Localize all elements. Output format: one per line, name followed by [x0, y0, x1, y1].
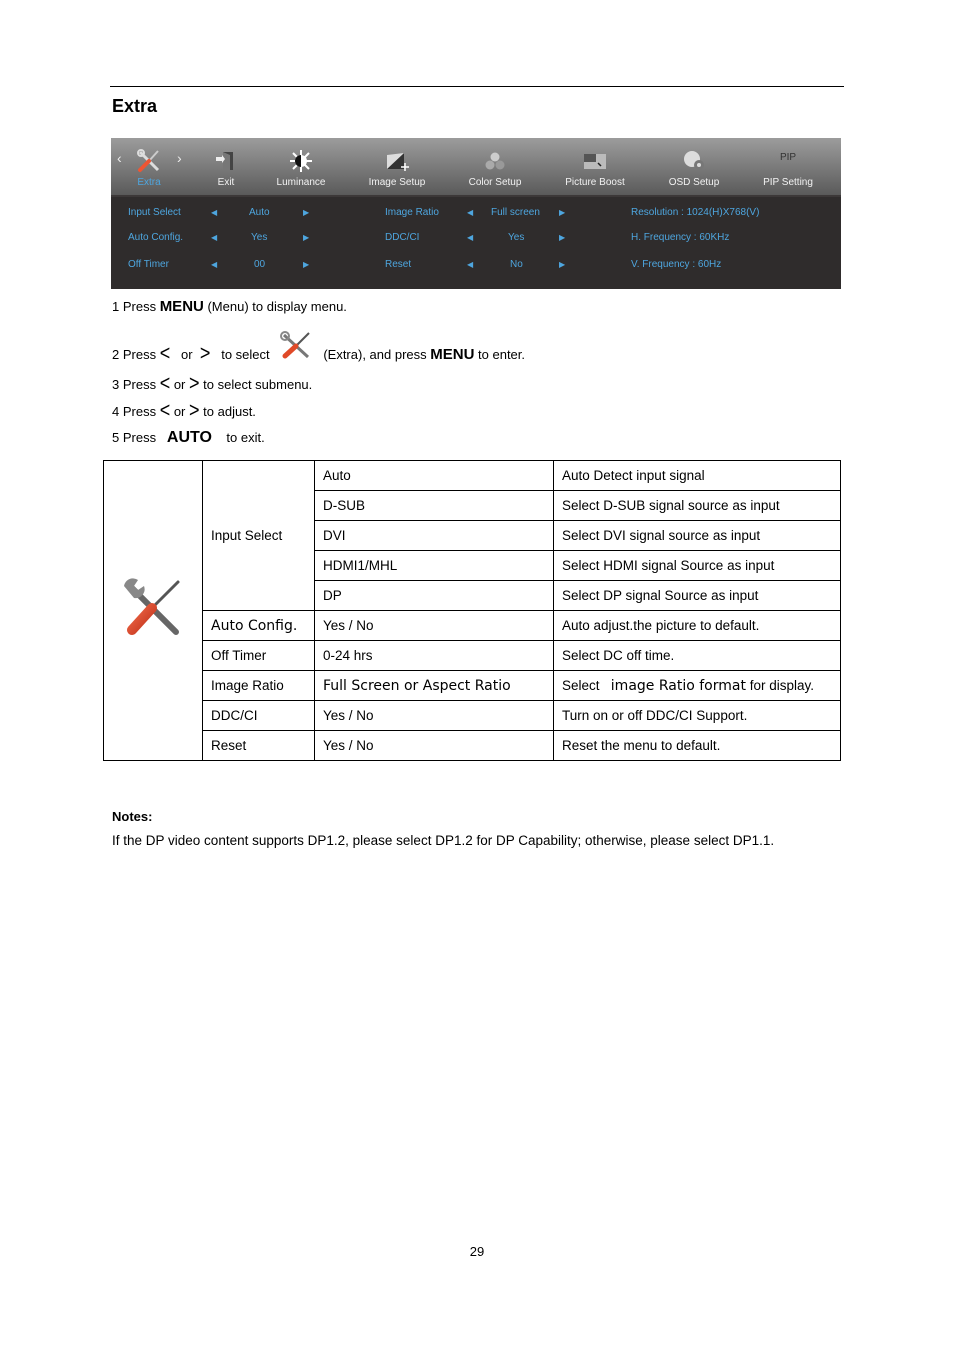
- osd-decrease-icon[interactable]: ◀: [211, 208, 217, 217]
- table-icon-cell: [103, 460, 203, 761]
- option-value: Full Screen or Aspect Ratio: [314, 670, 554, 701]
- osd-decrease-icon[interactable]: ◀: [467, 208, 473, 217]
- option-value: 0-24 hrs: [314, 640, 554, 671]
- step-3: 3 Press < or > to select submenu.: [112, 370, 313, 395]
- pip-icon: PIP: [779, 152, 797, 163]
- auto-key: AUTO: [166, 429, 212, 446]
- osd-decrease-icon[interactable]: ◀: [211, 260, 217, 269]
- osd-decrease-icon[interactable]: ◀: [467, 233, 473, 242]
- right-chevron-icon: >: [189, 397, 200, 422]
- osd-tab-extra[interactable]: Extra: [119, 138, 179, 195]
- osd-off-timer-value: 00: [254, 259, 266, 270]
- osd-image-ratio-value: Full screen: [491, 207, 540, 218]
- left-chevron-icon: <: [159, 397, 171, 422]
- item-auto-config: Auto Config.: [202, 610, 315, 641]
- option-desc: Reset the menu to default.: [553, 730, 841, 761]
- table-row: DDC/CI Yes / No Turn on or off DDC/CI Su…: [104, 700, 841, 731]
- osd-reset-label: Reset: [385, 259, 412, 270]
- notes-text: If the DP video content supports DP1.2, …: [112, 833, 775, 848]
- osd-setup-icon: [684, 151, 704, 170]
- osd-ddcci-label: DDC/CI: [385, 232, 420, 243]
- osd-tab-exit[interactable]: Exit: [201, 138, 251, 195]
- option-desc: Select DVI signal source as input: [553, 520, 841, 551]
- option-desc: Select HDMI signal Source as input: [553, 550, 841, 581]
- item-reset: Reset: [202, 730, 315, 761]
- osd-decrease-icon[interactable]: ◀: [211, 233, 217, 242]
- osd-v-frequency: V. Frequency : 60Hz: [631, 259, 722, 270]
- osd-tab-osd-setup[interactable]: OSD Setup: [661, 138, 727, 195]
- osd-tab-picture-boost[interactable]: Picture Boost: [557, 138, 633, 195]
- step-4: 4 Press < or > to adjust.: [112, 397, 256, 422]
- option-desc: Select image Ratio format for display.: [553, 670, 841, 701]
- option-desc: Select D-SUB signal source as input: [553, 490, 841, 521]
- step-5: 5 Press AUTO to exit.: [112, 429, 265, 446]
- option-value: Yes / No: [314, 610, 554, 641]
- osd-increase-icon[interactable]: ▶: [303, 233, 309, 242]
- step-2: 2 Press < or > to select (Extra), and pr…: [112, 328, 525, 365]
- table-row: Image Ratio Full Screen or Aspect Ratio …: [104, 670, 841, 701]
- osd-image-ratio-label: Image Ratio: [385, 207, 439, 218]
- osd-tab-color-setup[interactable]: Color Setup: [461, 138, 529, 195]
- osd-increase-icon[interactable]: ▶: [559, 208, 565, 217]
- table-row: Input Select Auto Auto Detect input sign…: [103, 460, 841, 761]
- osd-auto-config-value: Yes: [251, 232, 268, 243]
- menu-key: MENU: [430, 346, 475, 363]
- osd-h-frequency: H. Frequency : 60KHz: [631, 232, 730, 243]
- extra-tools-icon: [280, 331, 311, 359]
- option-desc: Select DP signal Source as input: [553, 580, 841, 611]
- tools-icon: [124, 578, 180, 635]
- table-row: Off Timer 0-24 hrs Select DC off time.: [104, 640, 841, 671]
- right-chevron-icon: >: [189, 370, 200, 395]
- image-setup-icon: [387, 153, 409, 171]
- tools-icon: [137, 149, 160, 172]
- item-off-timer: Off Timer: [202, 640, 315, 671]
- option-desc: Auto adjust.the picture to default.: [553, 610, 841, 641]
- osd-increase-icon[interactable]: ▶: [303, 208, 309, 217]
- color-setup-icon: [485, 152, 505, 170]
- option-value: Yes / No: [314, 700, 554, 731]
- option-value: Auto: [314, 460, 554, 491]
- option-value: DVI: [314, 520, 554, 551]
- osd-auto-config-label: Auto Config.: [128, 232, 184, 243]
- item-input-select: Input Select: [202, 460, 315, 611]
- osd-off-timer-label: Off Timer: [128, 259, 169, 270]
- option-value: D-SUB: [314, 490, 554, 521]
- option-desc: Turn on or off DDC/CI Support.: [553, 700, 841, 731]
- osd-increase-icon[interactable]: ▶: [559, 233, 565, 242]
- osd-increase-icon[interactable]: ▶: [559, 260, 565, 269]
- osd-resolution: Resolution : 1024(H)X768(V): [631, 207, 760, 218]
- step-1: 1 Press MENU (Menu) to display menu.: [112, 298, 347, 315]
- osd-input-select-label: Input Select: [128, 207, 181, 218]
- osd-increase-icon[interactable]: ▶: [303, 260, 309, 269]
- menu-key: MENU: [159, 298, 204, 315]
- item-ddcci: DDC/CI: [202, 700, 315, 731]
- section-title: Extra: [112, 96, 158, 116]
- extra-settings-table: Input Select Auto Auto Detect input sign…: [103, 460, 841, 761]
- picture-boost-icon: [584, 154, 606, 169]
- left-chevron-icon: <: [159, 370, 171, 395]
- osd-tab-image-setup[interactable]: Image Setup: [361, 138, 433, 195]
- osd-input-select-value: Auto: [249, 207, 270, 218]
- header-rule: [110, 86, 844, 87]
- notes-heading: Notes:: [112, 809, 153, 824]
- osd-decrease-icon[interactable]: ◀: [467, 260, 473, 269]
- osd-tab-luminance[interactable]: Luminance: [269, 138, 333, 195]
- osd-ddcci-value: Yes: [508, 232, 525, 243]
- item-image-ratio: Image Ratio: [202, 670, 315, 701]
- option-value: DP: [314, 580, 554, 611]
- option-value: Yes / No: [314, 730, 554, 761]
- luminance-icon: [290, 150, 312, 172]
- osd-reset-value: No: [510, 259, 523, 270]
- osd-tab-pip-setting[interactable]: PIP PIP Setting: [753, 138, 823, 195]
- option-desc: Auto Detect input signal: [553, 460, 841, 491]
- option-value: HDMI1/MHL: [314, 550, 554, 581]
- page-number: 29: [469, 1244, 485, 1259]
- osd-menu: ‹ › Extra Exit Luminance Image Setup Col…: [111, 138, 841, 289]
- osd-tab-bar: ‹ › Extra Exit Luminance Image Setup Col…: [111, 138, 841, 197]
- table-row: Reset Yes / No Reset the menu to default…: [104, 730, 841, 761]
- option-desc: Select DC off time.: [553, 640, 841, 671]
- table-row: Auto Config. Yes / No Auto adjust.the pi…: [104, 610, 841, 641]
- exit-icon: [216, 152, 233, 171]
